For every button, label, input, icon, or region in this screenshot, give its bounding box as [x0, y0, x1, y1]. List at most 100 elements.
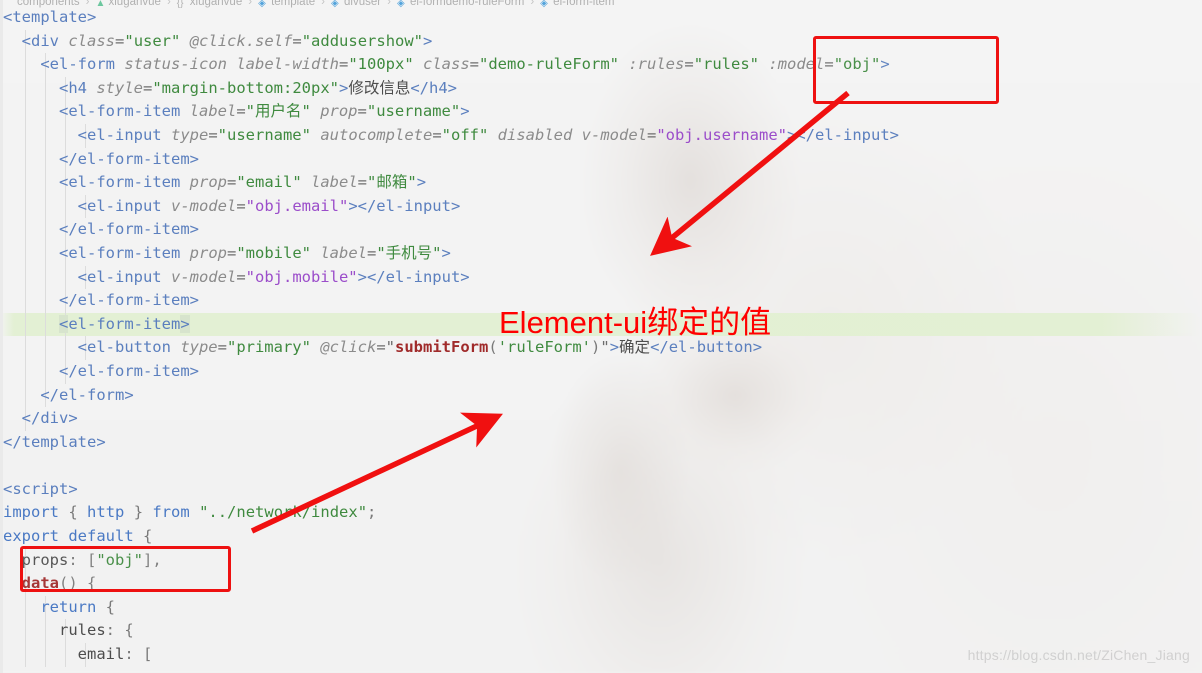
- code-token: 确定: [619, 338, 651, 357]
- code-token: =: [357, 173, 368, 192]
- code-token: </el-form>: [40, 385, 134, 404]
- code-token: disabled: [497, 125, 573, 144]
- code-line[interactable]: </el-form-item>: [0, 218, 1202, 242]
- code-token: : {: [105, 621, 134, 640]
- code-token: {: [68, 503, 78, 522]
- code-token: >: [609, 338, 620, 357]
- code-token: ></el-input>: [348, 196, 461, 215]
- code-line-text: return {: [0, 596, 115, 620]
- code-token: :rules: [628, 55, 685, 74]
- code-token: ": [600, 338, 610, 357]
- code-line-text: email: [: [0, 643, 153, 667]
- code-line[interactable]: [0, 454, 1202, 478]
- code-line-text: </el-form-item>: [0, 148, 199, 172]
- code-line[interactable]: <script>: [0, 478, 1202, 502]
- code-line-text: <el-form-item prop="mobile" label="手机号">: [0, 242, 451, 266]
- code-line[interactable]: <template>: [0, 6, 1202, 30]
- code-token: </el-button>: [650, 338, 763, 357]
- code-token: @click.self: [189, 31, 293, 50]
- code-line[interactable]: <h4 style="margin-bottom:20px">修改信息</h4>: [0, 76, 1202, 101]
- code-line[interactable]: <el-input v-model="obj.mobile"></el-inpu…: [0, 265, 1202, 290]
- code-line[interactable]: <el-input type="username" autocomplete="…: [0, 123, 1202, 148]
- code-line[interactable]: <el-form status-icon label-width="100px"…: [0, 53, 1202, 77]
- code-token: <el-form-item: [59, 102, 190, 121]
- code-token: }: [133, 503, 144, 522]
- code-token: {: [143, 527, 153, 546]
- code-token: status-icon: [124, 55, 227, 74]
- code-token: label: [189, 102, 237, 121]
- code-token: autocomplete: [320, 125, 433, 144]
- code-token: "off": [441, 125, 489, 144]
- code-token: export default: [3, 527, 134, 546]
- code-line[interactable]: <el-form-item prop="email" label="邮箱">: [0, 171, 1202, 195]
- code-line[interactable]: <el-input v-model="obj.email"></el-input…: [0, 194, 1202, 219]
- code-token: "邮箱": [367, 173, 417, 192]
- code-line[interactable]: return {: [0, 595, 1202, 620]
- code-token: http: [87, 503, 125, 522]
- model-obj-highlight-box: [813, 36, 999, 104]
- code-token: class: [68, 31, 116, 50]
- code-token: (: [488, 338, 498, 357]
- code-token: ></el-input>: [787, 125, 899, 144]
- code-line-text: <el-form status-icon label-width="100px"…: [0, 53, 889, 77]
- code-line[interactable]: </div>: [0, 407, 1202, 431]
- code-token: v-model: [170, 267, 237, 286]
- code-line-text: <el-input v-model="obj.email"></el-input…: [0, 195, 461, 219]
- code-token: =: [236, 196, 246, 215]
- code-line[interactable]: </el-form-item>: [0, 147, 1202, 172]
- code-line[interactable]: </template>: [0, 431, 1202, 455]
- code-token: =: [376, 338, 386, 357]
- code-token: v-model: [170, 196, 237, 215]
- code-token: "margin-bottom:20px": [152, 78, 339, 97]
- code-line[interactable]: <el-form-item label="用户名" prop="username…: [0, 100, 1202, 124]
- code-token: v-model: [581, 125, 647, 144]
- code-token: ": [385, 338, 396, 357]
- code-token: >: [460, 102, 470, 121]
- code-token: submitForm: [395, 338, 489, 357]
- code-token: <: [59, 314, 69, 333]
- code-token: <h4: [59, 78, 97, 97]
- code-token: "obj.username": [656, 125, 787, 144]
- code-token: =: [432, 125, 442, 144]
- code-token: email: [77, 645, 125, 664]
- code-token: ;: [367, 503, 377, 522]
- code-line[interactable]: <el-form-item prop="mobile" label="手机号">: [0, 241, 1202, 266]
- code-token: label: [320, 243, 367, 262]
- code-token: </div>: [21, 409, 78, 428]
- code-line-text: </div>: [0, 407, 78, 431]
- code-token: "手机号": [376, 243, 442, 262]
- annotation-label: Element-ui绑定的值: [499, 305, 772, 340]
- code-token: =: [208, 125, 218, 144]
- code-token: label: [311, 173, 358, 192]
- code-line-text: </el-form-item>: [0, 360, 199, 384]
- code-line[interactable]: </el-form-item>: [0, 359, 1202, 384]
- code-line[interactable]: </el-form>: [0, 383, 1202, 408]
- code-token: @click: [320, 338, 377, 357]
- code-token: ): [591, 338, 601, 357]
- code-token: 修改信息: [348, 78, 411, 97]
- code-token: >: [338, 78, 349, 97]
- code-token: =: [236, 267, 246, 286]
- code-token: "primary": [226, 338, 311, 357]
- code-token: label-width: [236, 55, 339, 74]
- code-line[interactable]: rules: {: [0, 619, 1202, 644]
- code-line-text: <el-form-item>: [0, 313, 190, 337]
- code-token: prop: [189, 173, 227, 192]
- code-line[interactable]: <div class="user" @click.self="addusersh…: [0, 29, 1202, 54]
- code-line[interactable]: import { http } from "../network/index";: [0, 501, 1202, 525]
- code-token: "用户名": [245, 102, 311, 121]
